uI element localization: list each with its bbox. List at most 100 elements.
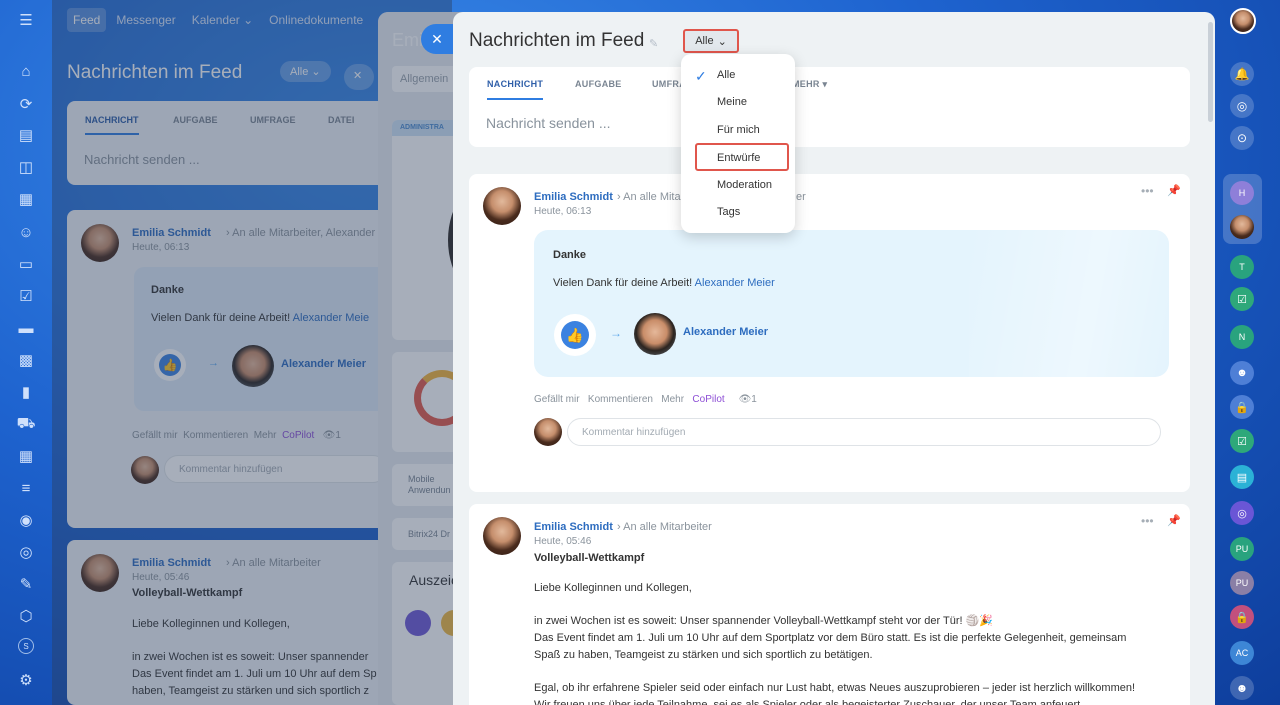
comment-input[interactable]: Kommentar hinzufügen bbox=[567, 418, 1161, 446]
target-icon[interactable]: ◎ bbox=[16, 542, 36, 562]
like-button[interactable]: Gefällt mir bbox=[534, 394, 580, 405]
back-thanks-text: Vielen Dank für deine Arbeit! Alexander … bbox=[151, 312, 369, 324]
copilot-chat-icon[interactable]: ◎ bbox=[1230, 94, 1254, 118]
post2-pin-icon[interactable]: 📌 bbox=[1167, 514, 1181, 527]
settings-icon[interactable]: ⚙ bbox=[16, 670, 36, 690]
cart-icon[interactable]: ⛟ bbox=[16, 414, 36, 434]
menu-item-meine[interactable]: Meine bbox=[717, 96, 747, 108]
user-avatar[interactable] bbox=[1230, 8, 1256, 34]
filter-icon[interactable]: ≡ bbox=[16, 478, 36, 498]
menu-item-moderation[interactable]: Moderation bbox=[717, 179, 772, 191]
tasks-icon[interactable]: ☑ bbox=[16, 286, 36, 306]
thanks-mention[interactable]: Alexander Meier bbox=[695, 277, 775, 289]
private-chat-icon[interactable]: 🔒 bbox=[1230, 605, 1254, 629]
back-tab-message[interactable]: NACHRICHT bbox=[85, 115, 139, 135]
chat-avatar[interactable] bbox=[1230, 215, 1254, 239]
back-post2-author[interactable]: Emilia Schmidt bbox=[132, 557, 211, 569]
back-comment[interactable]: Kommentieren bbox=[183, 430, 248, 441]
menu-item-entwuerfe[interactable]: Entwürfe bbox=[695, 143, 789, 171]
menu-item-alle[interactable]: Alle bbox=[717, 69, 735, 81]
back-post1-author[interactable]: Emilia Schmidt bbox=[132, 227, 211, 239]
back-thanks-mention[interactable]: Alexander Meie bbox=[293, 312, 369, 324]
booking-icon[interactable]: ▦ bbox=[16, 446, 36, 466]
nav-onlinedocs[interactable]: Onlinedokumente bbox=[263, 8, 369, 32]
task-chat-icon[interactable]: ☑ bbox=[1230, 429, 1254, 453]
tab-task[interactable]: AUFGABE bbox=[575, 79, 622, 89]
nav-calendar[interactable]: Kalender ⌄ bbox=[186, 8, 259, 32]
layer2-mobile-line2: Anwendun bbox=[408, 485, 451, 495]
post2-author[interactable]: Emilia Schmidt bbox=[534, 521, 613, 533]
menu-icon[interactable]: ☰ bbox=[16, 10, 36, 30]
tab-more[interactable]: MEHR ▾ bbox=[792, 79, 827, 90]
tasks-chat-icon[interactable]: ☑ bbox=[1230, 287, 1254, 311]
chat-h[interactable]: H bbox=[1230, 181, 1254, 205]
back-copilot[interactable]: CoPilot bbox=[282, 430, 314, 441]
back-send-placeholder[interactable]: Nachricht senden ... bbox=[84, 152, 200, 167]
back-filter-button[interactable]: Alle ⌄ bbox=[280, 61, 331, 82]
channel-chat-icon[interactable]: ◎ bbox=[1230, 501, 1254, 525]
target-avatar[interactable] bbox=[634, 313, 676, 355]
back-more[interactable]: Mehr bbox=[254, 430, 277, 441]
back-post2-time: Heute, 05:46 bbox=[132, 572, 190, 583]
notifications-icon[interactable]: 🔔 bbox=[1230, 62, 1254, 86]
nav-feed[interactable]: Feed bbox=[67, 8, 107, 32]
search-chat-icon[interactable]: ⊙ bbox=[1230, 126, 1254, 150]
back-like[interactable]: Gefällt mir bbox=[132, 430, 178, 441]
back-target-avatar[interactable] bbox=[232, 345, 274, 387]
contacts-icon[interactable]: ☻ bbox=[1230, 676, 1254, 700]
lock-chat-icon[interactable]: 🔒 bbox=[1230, 395, 1254, 419]
more-button[interactable]: Mehr bbox=[661, 394, 684, 405]
back-author-avatar[interactable] bbox=[81, 224, 119, 262]
back-clear-icon[interactable]: ✕ bbox=[344, 64, 374, 90]
chat-n[interactable]: N bbox=[1230, 325, 1254, 349]
pin-icon[interactable]: ✎ bbox=[649, 37, 658, 50]
back-tab-poll[interactable]: UMFRAGE bbox=[250, 115, 296, 125]
post2-avatar[interactable] bbox=[483, 517, 521, 555]
back-post2-avatar[interactable] bbox=[81, 554, 119, 592]
sites-badge[interactable]: S bbox=[18, 638, 34, 654]
knowledge-icon[interactable]: ⬡ bbox=[16, 606, 36, 626]
chat-ac[interactable]: AC bbox=[1230, 641, 1254, 665]
nav-messenger[interactable]: Messenger bbox=[110, 8, 181, 32]
close-slider-icon[interactable]: ✕ bbox=[421, 24, 453, 54]
author-avatar[interactable] bbox=[483, 187, 521, 225]
feed-filter-button[interactable]: Alle ⌄ bbox=[683, 29, 739, 53]
back-target-name[interactable]: Alexander Meier bbox=[281, 358, 366, 370]
crm-icon[interactable]: ▬ bbox=[16, 318, 36, 338]
back-comment-input[interactable]: Kommentar hinzufügen bbox=[164, 455, 387, 483]
comment-button[interactable]: Kommentieren bbox=[588, 394, 653, 405]
message-chat-icon[interactable]: ▤ bbox=[1230, 465, 1254, 489]
feed-icon[interactable]: ▤ bbox=[16, 125, 36, 145]
chat-pu-2[interactable]: PU bbox=[1230, 571, 1254, 595]
tab-message[interactable]: NACHRICHT bbox=[487, 79, 544, 100]
post2-paragraph-2: Das Event findet am 1. Juli um 10 Uhr au… bbox=[534, 632, 1127, 644]
home-icon[interactable]: ⌂ bbox=[16, 61, 36, 81]
documents-icon[interactable]: ▭ bbox=[16, 254, 36, 274]
back-tab-file[interactable]: DATEI bbox=[328, 115, 354, 125]
chat-pu-1[interactable]: PU bbox=[1230, 537, 1254, 561]
menu-item-fuer-mich[interactable]: Für mich bbox=[717, 124, 760, 136]
calendar-icon[interactable]: ▦ bbox=[16, 189, 36, 209]
send-message-placeholder[interactable]: Nachricht senden ... bbox=[486, 115, 611, 131]
menu-item-tags[interactable]: Tags bbox=[717, 206, 740, 218]
back-post1-time: Heute, 06:13 bbox=[132, 242, 190, 253]
more-options-icon[interactable]: ••• bbox=[1141, 184, 1154, 198]
sign-icon[interactable]: ✎ bbox=[16, 574, 36, 594]
post1-author[interactable]: Emilia Schmidt bbox=[534, 191, 613, 203]
board-icon[interactable]: ▩ bbox=[16, 350, 36, 370]
pin-post-icon[interactable]: 📌 bbox=[1167, 184, 1181, 197]
target-name[interactable]: Alexander Meier bbox=[683, 326, 768, 338]
chat-icon[interactable]: ◫ bbox=[16, 157, 36, 177]
copilot-icon[interactable]: ⟳ bbox=[16, 94, 36, 114]
back-tab-task[interactable]: AUFGABE bbox=[173, 115, 218, 125]
chat-t[interactable]: T bbox=[1230, 255, 1254, 279]
analytics-icon[interactable]: ▮ bbox=[16, 382, 36, 402]
robot-icon[interactable]: ◉ bbox=[16, 510, 36, 530]
scrollbar[interactable] bbox=[1208, 22, 1213, 122]
post2-more-icon[interactable]: ••• bbox=[1141, 514, 1154, 528]
copilot-button[interactable]: CoPilot bbox=[692, 394, 724, 405]
post2-destination: › An alle Mitarbeiter bbox=[617, 521, 712, 533]
team-icon[interactable]: ☺ bbox=[16, 222, 36, 242]
post2-paragraph-5: Wir freuen uns über jede Teilnahme, sei … bbox=[534, 699, 1084, 705]
group-chat-icon[interactable]: ☻ bbox=[1230, 361, 1254, 385]
